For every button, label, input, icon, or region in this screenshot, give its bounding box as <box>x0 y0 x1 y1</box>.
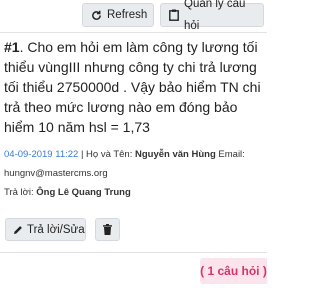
pencil-icon <box>13 225 23 235</box>
manage-questions-button[interactable]: Quản lý câu hỏi <box>160 0 264 32</box>
question-date: 04-09-2019 11:22 <box>4 149 79 160</box>
divider <box>0 252 267 253</box>
question-meta: 04-09-2019 11:22 | Họ và Tên: Nguyễn văn… <box>4 149 264 161</box>
delete-button[interactable] <box>95 218 120 241</box>
trash-icon <box>103 224 112 235</box>
question-count-badge: ( 1 câu hỏi ) <box>200 258 267 284</box>
clipboard-icon <box>169 9 179 21</box>
asker-email: hungnv@mastercms.org <box>4 168 108 179</box>
refresh-icon <box>91 10 102 21</box>
question-text: #1. Cho em hỏi em làm công ty lương tối … <box>4 37 264 137</box>
refresh-button[interactable]: Refresh <box>82 3 154 27</box>
answer-label: Trả lời: <box>4 187 37 198</box>
refresh-label: Refresh <box>107 9 148 21</box>
reply-edit-label: Trả lời/Sửa <box>27 223 85 236</box>
answerer-name: Ông Lê Quang Trung <box>36 187 131 198</box>
email-label: Email: <box>215 149 245 160</box>
name-label: | Họ và Tên: <box>78 149 135 160</box>
question-number: #1 <box>4 39 20 55</box>
reply-edit-button[interactable]: Trả lời/Sửa <box>5 218 86 241</box>
divider <box>0 32 267 33</box>
answer-info: Trả lời: Ông Lê Quang Trung <box>4 187 264 199</box>
question-body: . Cho em hỏi em làm công ty lương tối th… <box>4 39 261 135</box>
toolbar: Refresh Quản lý câu hỏi <box>0 0 267 32</box>
asker-name: Nguyễn văn Hùng <box>135 149 216 160</box>
